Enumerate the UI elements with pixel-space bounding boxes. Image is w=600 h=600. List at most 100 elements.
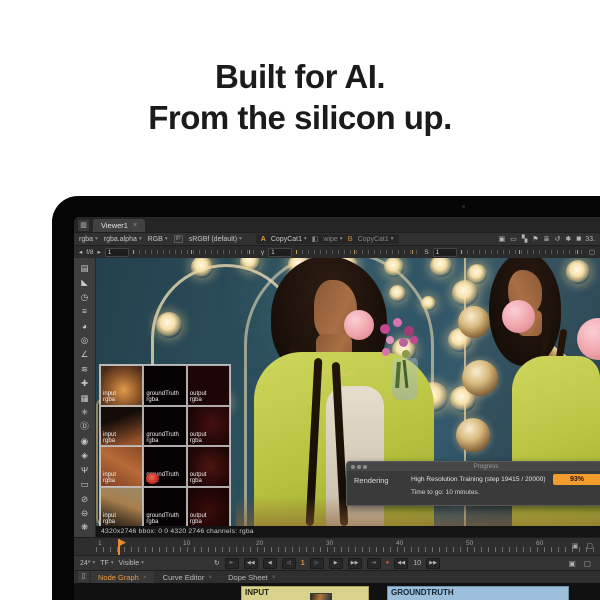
nuke-window: ▥ Viewer1 × rgba▾ rgba.alpha▾ RGB▾ IP sR… [74, 217, 600, 600]
sheet-cell-groundtruth: groundTruthrgba [143, 446, 186, 487]
pane-menu-icon[interactable]: ▯ [78, 571, 89, 582]
step-back-button[interactable]: ◁ [282, 558, 296, 569]
channel-icon[interactable]: ≡ [82, 304, 87, 318]
playhead[interactable] [118, 539, 120, 555]
tf-dropdown[interactable]: TF▾ [100, 560, 113, 567]
roi-icon[interactable]: ▭ [510, 235, 517, 243]
stereo-lines-icon[interactable]: ≣ [544, 235, 550, 243]
play-backward-button[interactable]: ◀ [263, 558, 277, 569]
chevron-down-icon: ▾ [111, 560, 114, 566]
frame-increment[interactable]: 10 [413, 560, 421, 567]
sparkles-icon[interactable]: ❋ [81, 520, 88, 534]
draw-icon[interactable]: ◣ [81, 275, 88, 289]
timeline-tick: 30 [326, 540, 333, 547]
input-a-dropdown[interactable]: CopyCat1▾ [271, 236, 307, 243]
transport-right-icons[interactable]: ▣ ▢ [569, 559, 594, 568]
input-b-dropdown[interactable]: CopyCat1▾ [358, 236, 394, 243]
gamma-slider[interactable] [296, 249, 420, 256]
pause-icon[interactable]: ▮▮ [576, 236, 580, 242]
toolsets-icon[interactable]: Ψ [81, 463, 88, 477]
deep-icon[interactable]: Ⓓ [80, 419, 89, 433]
wipe-mode-icon[interactable]: ◧ [312, 235, 319, 243]
input-process-toggle[interactable]: IP [174, 235, 183, 243]
other-icon[interactable]: ▭ [80, 477, 88, 491]
close-icon[interactable]: × [143, 574, 147, 581]
sheet-cell-groundtruth: groundTruthrgba [143, 406, 186, 447]
gain-left-arrow-icon[interactable]: ◂ [79, 248, 82, 256]
progress-titlebar[interactable]: Progress [347, 462, 600, 471]
progress-task: Rendering [354, 476, 389, 485]
timeline[interactable]: 1 10 20 30 40 50 60 ▣ ▢ [74, 537, 600, 555]
air-icon[interactable]: ⊖ [81, 506, 88, 520]
channels-dropdown[interactable]: rgba▾ [79, 236, 98, 243]
bubble-gum [344, 310, 374, 340]
next-keyframe-button[interactable]: ▶▶ [348, 558, 362, 569]
gain-slider[interactable] [133, 249, 257, 256]
merge-icon[interactable]: ≋ [81, 362, 88, 376]
goto-end-button[interactable]: ⇥ [367, 558, 381, 569]
chevron-down-icon: ▾ [139, 236, 142, 242]
current-frame[interactable]: 1 [301, 560, 305, 567]
color-icon[interactable]: ◕ [82, 319, 87, 333]
close-icon[interactable]: × [208, 574, 212, 581]
time-icon[interactable]: ◷ [81, 290, 88, 304]
gain-right-arrow-icon[interactable]: ▸ [98, 248, 101, 256]
record-icon[interactable]: ● [386, 560, 390, 566]
threed-icon[interactable]: ▦ [80, 391, 88, 405]
fps-dropdown[interactable]: 24*▾ [80, 560, 95, 567]
flag-icon[interactable]: ⚑ [532, 235, 538, 243]
gain-value[interactable]: 1 [105, 248, 129, 257]
chevron-down-icon: ▾ [340, 236, 343, 242]
window-controls[interactable] [351, 465, 367, 469]
sat-value[interactable]: 1 [433, 248, 457, 257]
chevron-down-icon: ▾ [239, 236, 242, 242]
gamma-value[interactable]: 1 [268, 248, 292, 257]
play-forward-button[interactable]: ▶ [329, 558, 343, 569]
close-icon[interactable]: × [133, 222, 137, 229]
goto-start-button[interactable]: ⇤ [225, 558, 239, 569]
node-groundtruth-backdrop[interactable]: GROUNDTRUTH [387, 586, 569, 600]
pane-menu-icon[interactable]: ▥ [78, 220, 89, 231]
tab-node-graph[interactable]: Node Graph× [91, 571, 154, 583]
node-input-backdrop[interactable]: INPUT [241, 586, 369, 600]
ocio-icon[interactable]: ⊘ [81, 492, 88, 506]
gear-icon[interactable]: ✱ [565, 235, 571, 243]
node-graph-panel[interactable]: INPUT GROUNDTRUTH [74, 583, 600, 600]
refresh-icon[interactable]: ↺ [554, 235, 560, 243]
chevron-down-icon: ▾ [95, 236, 98, 242]
ab-compare-group: A CopyCat1▾ ◧ wipe▾ B CopyCat1▾ [256, 234, 399, 244]
keyer-icon[interactable]: ∠ [81, 347, 89, 361]
metadata-icon[interactable]: ◈ [81, 448, 88, 462]
timeline-view-icons[interactable]: ▣ ▢ [572, 542, 596, 550]
wipe-dropdown[interactable]: wipe▾ [323, 236, 342, 243]
tab-curve-editor[interactable]: Curve Editor× [156, 571, 219, 583]
progress-detail: High Resolution Training (step 19415 / 2… [411, 476, 546, 483]
visibility-dropdown[interactable]: Visible▾ [119, 560, 144, 567]
sheet-cell-input: inputrgba [100, 365, 143, 406]
tab-viewer1[interactable]: Viewer1 × [93, 219, 145, 232]
colorspace-dropdown[interactable]: sRGBf (default)▾ [189, 236, 242, 243]
sat-slider[interactable] [461, 249, 585, 256]
layer-dropdown[interactable]: rgba.alpha▾ [104, 236, 142, 243]
headline-line1: Built for AI. [215, 58, 385, 95]
viewer-canvas[interactable]: inputrgba groundTruthrgba outputrgba inp… [96, 258, 600, 526]
loop-icon[interactable]: ↻ [214, 559, 220, 567]
tab-dope-sheet[interactable]: Dope Sheet× [221, 571, 282, 583]
proxy-icon[interactable]: ▣ [499, 235, 506, 243]
inc-next-button[interactable]: ▶▶ [426, 558, 440, 569]
prev-keyframe-button[interactable]: ◀◀ [244, 558, 258, 569]
image-icon[interactable]: ▤ [80, 261, 88, 275]
progress-dialog: Progress Rendering High Resolution Train… [346, 461, 600, 506]
transform-icon[interactable]: ✚ [81, 376, 88, 390]
views-icon[interactable]: ◉ [81, 434, 88, 448]
step-forward-button[interactable]: ▷ [310, 558, 324, 569]
frame-viewer-icon[interactable]: ▢ [589, 248, 595, 256]
close-icon[interactable]: × [272, 574, 276, 581]
display-mode-dropdown[interactable]: RGB▾ [148, 236, 168, 243]
timeline-ruler[interactable] [96, 547, 600, 552]
sheet-cell-groundtruth: groundTruthrgba [143, 487, 186, 527]
inc-prev-button[interactable]: ◀◀ [394, 558, 408, 569]
particles-icon[interactable]: ✳ [81, 405, 88, 419]
filter-icon[interactable]: ◎ [81, 333, 88, 347]
checker-wipe-icon[interactable]: ▚ [522, 235, 527, 243]
